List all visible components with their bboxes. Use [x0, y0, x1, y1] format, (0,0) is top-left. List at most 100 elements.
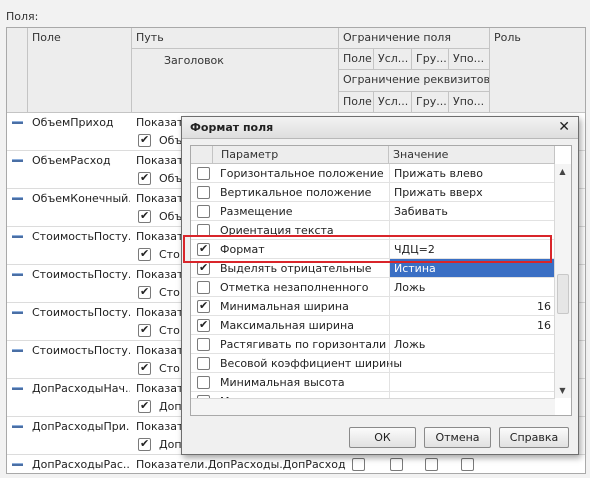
header-sub-cond[interactable]: Усл... — [374, 49, 412, 70]
header-attr-sub-field[interactable]: Поле — [339, 92, 374, 113]
field-marker-icon — [12, 387, 23, 390]
param-row[interactable]: Минимальная высота — [191, 373, 555, 392]
header-attr-sub-order[interactable]: Упо... — [449, 92, 490, 113]
param-value[interactable]: 16 — [389, 297, 555, 315]
field-name: ОбъемРасход — [32, 154, 111, 167]
dialog-title: Формат поля — [182, 117, 578, 139]
param-value[interactable]: Прижать вверх — [389, 183, 555, 201]
param-value[interactable]: Ложь — [389, 335, 555, 353]
param-checkbox[interactable] — [197, 338, 210, 351]
header-sub-field[interactable]: Поле — [339, 49, 374, 70]
param-value[interactable]: Забивать — [389, 202, 555, 220]
help-button[interactable]: Справка — [499, 427, 569, 448]
params-header-param[interactable]: Параметр — [213, 146, 389, 164]
param-row[interactable]: Отметка незаполненного Ложь — [191, 278, 555, 297]
param-row[interactable]: Минимальная ширина 16 — [191, 297, 555, 316]
header-sub-order[interactable]: Упо... — [449, 49, 490, 70]
header-attr-sub-group[interactable]: Гру... — [412, 92, 449, 113]
title-checkbox[interactable] — [138, 133, 151, 147]
param-checkbox[interactable] — [197, 167, 210, 180]
param-checkbox[interactable] — [197, 281, 210, 294]
param-name: Формат — [220, 243, 265, 256]
field-format-dialog[interactable]: Формат поля ✕ Параметр Значение Горизонт… — [181, 116, 579, 455]
param-name: Выделять отрицательные — [220, 262, 372, 275]
param-name: Размещение — [220, 205, 293, 218]
header-role[interactable]: Роль — [490, 28, 585, 113]
param-row[interactable]: Горизонтальное положение Прижать влево — [191, 164, 555, 183]
field-marker-icon — [12, 463, 23, 466]
scroll-thumb[interactable] — [557, 274, 569, 314]
field-marker-icon — [12, 425, 23, 428]
param-value[interactable] — [389, 354, 555, 372]
table-row[interactable]: ДопРасходыРас... Показатели.ДопРасходы.До… — [7, 455, 585, 473]
param-row[interactable]: Максимальная ширина 16 — [191, 316, 555, 335]
param-checkbox[interactable] — [197, 299, 210, 313]
param-checkbox[interactable] — [197, 186, 210, 199]
header-field-restriction[interactable]: Ограничение поля — [339, 28, 490, 49]
field-name: СтоимостьПосту... — [32, 230, 130, 243]
field-marker-icon — [12, 235, 23, 238]
param-value[interactable]: ЧДЦ=2 — [389, 240, 555, 258]
param-checkbox[interactable] — [197, 318, 210, 332]
param-value[interactable] — [389, 373, 555, 391]
field-name: ОбъемПриход — [32, 116, 114, 129]
vertical-scrollbar[interactable]: ▲ ▼ — [554, 164, 571, 398]
field-name: СтоимостьПосту... — [32, 268, 130, 281]
title-checkbox[interactable] — [138, 323, 151, 337]
param-value[interactable]: 16 — [389, 316, 555, 334]
param-value[interactable] — [389, 221, 555, 239]
horizontal-scrollbar[interactable] — [191, 398, 555, 415]
params-header-value[interactable]: Значение — [389, 146, 555, 164]
restriction-checkbox[interactable] — [461, 458, 474, 471]
param-row[interactable]: Растягивать по горизонтали Ложь — [191, 335, 555, 354]
format-params-table[interactable]: Параметр Значение Горизонтальное положен… — [190, 145, 572, 416]
param-name: Горизонтальное положение — [220, 167, 384, 180]
header-field[interactable]: Поле — [28, 28, 132, 113]
field-marker-icon — [12, 197, 23, 200]
param-name: Минимальная высота — [220, 376, 345, 389]
title-checkbox[interactable] — [138, 247, 151, 261]
param-checkbox[interactable] — [197, 376, 210, 389]
scroll-up-icon[interactable]: ▲ — [555, 164, 570, 179]
param-row[interactable]: Выделять отрицательные Истина — [191, 259, 555, 278]
header-attr-restriction[interactable]: Ограничение реквизитов — [339, 70, 490, 92]
param-checkbox[interactable] — [197, 357, 210, 370]
header-sub-group[interactable]: Гру... — [412, 49, 449, 70]
param-value[interactable]: Ложь — [389, 278, 555, 296]
title-checkbox[interactable] — [138, 209, 151, 223]
field-marker-icon — [12, 159, 23, 162]
param-row[interactable]: Ориентация текста — [191, 221, 555, 240]
header-marker-column — [7, 28, 28, 113]
param-checkbox[interactable] — [197, 242, 210, 256]
param-row[interactable]: Весовой коэффициент ширины — [191, 354, 555, 373]
title-checkbox[interactable] — [138, 361, 151, 375]
cancel-button[interactable]: Отмена — [424, 427, 491, 448]
param-row[interactable]: Формат ЧДЦ=2 — [191, 240, 555, 259]
param-name: Ориентация текста — [220, 224, 334, 237]
params-header-check — [191, 146, 213, 164]
restriction-checkbox[interactable] — [425, 458, 438, 471]
restriction-checkbox[interactable] — [390, 458, 403, 471]
field-name: ДопРасходыНач... — [32, 382, 130, 395]
scroll-down-icon[interactable]: ▼ — [555, 383, 570, 398]
restriction-checkbox[interactable] — [352, 458, 365, 471]
param-checkbox[interactable] — [197, 261, 210, 275]
field-name: СтоимостьПосту... — [32, 306, 130, 319]
field-path: Показатели.ДопРасходы.ДопРасход... — [136, 458, 346, 471]
header-title[interactable]: Заголовок — [132, 49, 339, 113]
param-checkbox[interactable] — [197, 205, 210, 218]
param-row[interactable]: Размещение Забивать — [191, 202, 555, 221]
header-path[interactable]: Путь — [132, 28, 339, 49]
field-name: СтоимостьПосту... — [32, 344, 130, 357]
param-row[interactable]: Вертикальное положение Прижать вверх — [191, 183, 555, 202]
header-attr-sub-cond[interactable]: Усл... — [374, 92, 412, 113]
ok-button[interactable]: ОК — [349, 427, 416, 448]
title-checkbox[interactable] — [138, 437, 151, 451]
close-icon[interactable]: ✕ — [558, 119, 570, 135]
title-checkbox[interactable] — [138, 171, 151, 185]
title-checkbox[interactable] — [138, 285, 151, 299]
param-value[interactable]: Прижать влево — [389, 164, 555, 182]
param-checkbox[interactable] — [197, 224, 210, 237]
param-value[interactable]: Истина — [389, 259, 555, 277]
title-checkbox[interactable] — [138, 399, 151, 413]
